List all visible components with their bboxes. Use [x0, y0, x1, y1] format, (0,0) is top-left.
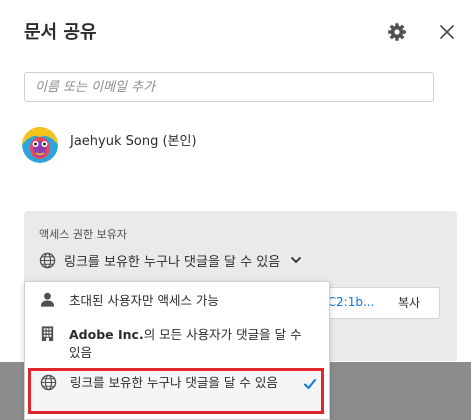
person-name: Jaehyuk Song (본인) [70, 134, 197, 149]
access-selected-label: 링크를 보유한 누구나 댓글을 달 수 있음 [64, 254, 281, 270]
access-options-menu: 초대된 사용자만 액세스 가능 Adobe Inc.의 모든 사용자가 댓글을 … [24, 281, 330, 420]
chevron-down-icon [291, 257, 302, 263]
access-label: 액세스 권한 보유자 [39, 228, 127, 241]
dialog-title: 문서 공유 [24, 22, 97, 43]
invite-input[interactable] [24, 72, 434, 102]
person-icon [40, 292, 55, 307]
option-label: Adobe Inc.의 모든 사용자가 댓글을 달 수 있음 [69, 326, 309, 362]
access-option-organization[interactable]: Adobe Inc.의 모든 사용자가 댓글을 달 수 있음 [25, 320, 329, 364]
access-option-anyone-with-link[interactable]: 링크를 보유한 누구나 댓글을 달 수 있음 [28, 368, 324, 414]
close-icon[interactable] [437, 22, 457, 42]
gear-icon[interactable] [387, 22, 407, 42]
building-icon [41, 326, 54, 342]
copy-button[interactable]: 복사 [398, 294, 420, 311]
option-label: 링크를 보유한 누구나 댓글을 달 수 있음 [70, 375, 278, 390]
avatar [22, 127, 58, 163]
globe-icon [39, 252, 56, 268]
access-option-invited-only[interactable]: 초대된 사용자만 액세스 가능 [25, 286, 329, 316]
option-label: 초대된 사용자만 액세스 가능 [69, 293, 219, 308]
organization-name: Adobe Inc. [69, 327, 144, 342]
access-level-dropdown[interactable]: 링크를 보유한 누구나 댓글을 달 수 있음 [39, 249, 302, 271]
globe-icon [40, 374, 57, 391]
checkmark-icon [304, 379, 316, 389]
